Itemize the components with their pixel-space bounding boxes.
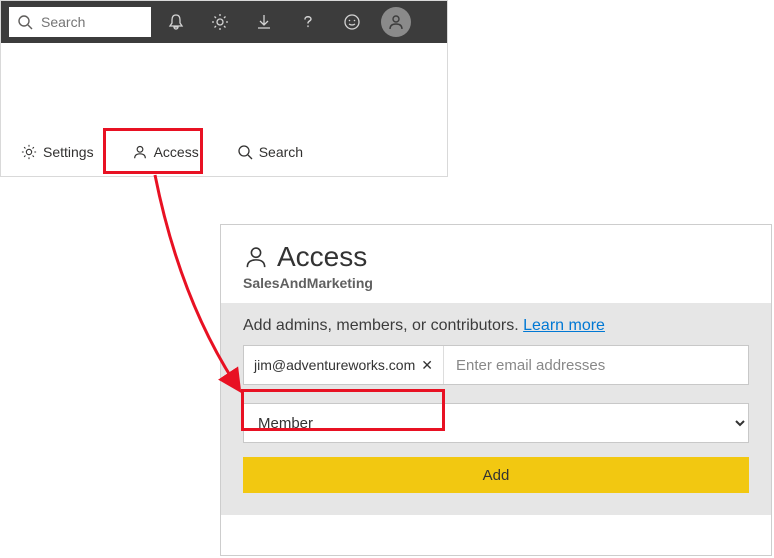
search-button[interactable]: Search xyxy=(227,138,313,166)
chip-email-text: jim@adventureworks.com xyxy=(254,357,415,373)
access-title-text: Access xyxy=(277,241,367,273)
email-row: jim@adventureworks.com ✕ xyxy=(243,345,749,385)
person-icon xyxy=(243,244,269,270)
email-input[interactable] xyxy=(444,346,748,384)
toolbar-whitespace xyxy=(1,43,447,128)
access-title: Access xyxy=(243,241,749,273)
learn-more-link[interactable]: Learn more xyxy=(523,317,605,334)
search-label: Search xyxy=(259,144,303,160)
annotation-highlight-access xyxy=(103,128,203,174)
search-icon xyxy=(237,144,253,160)
settings-button[interactable]: Settings xyxy=(11,138,104,166)
email-chip: jim@adventureworks.com ✕ xyxy=(244,346,444,384)
notifications-icon[interactable] xyxy=(157,1,195,43)
search-box[interactable] xyxy=(9,7,151,37)
person-icon xyxy=(387,13,405,31)
instruction-label: Add admins, members, or contributors. xyxy=(243,317,519,334)
annotation-highlight-chip xyxy=(241,389,445,431)
instruction-text: Add admins, members, or contributors. Le… xyxy=(243,317,749,335)
workspace-name: SalesAndMarketing xyxy=(243,275,749,291)
top-panel: Settings Access Search xyxy=(0,0,448,177)
search-input[interactable] xyxy=(39,13,129,31)
topbar xyxy=(1,1,447,43)
help-icon[interactable] xyxy=(289,1,327,43)
add-button[interactable]: Add xyxy=(243,457,749,493)
command-bar: Settings Access Search xyxy=(1,128,447,176)
access-header: Access SalesAndMarketing xyxy=(221,225,771,303)
search-icon xyxy=(17,14,33,30)
gear-icon xyxy=(21,144,37,160)
settings-label: Settings xyxy=(43,144,94,160)
feedback-icon[interactable] xyxy=(333,1,371,43)
account-avatar[interactable] xyxy=(377,1,415,43)
gear-icon[interactable] xyxy=(201,1,239,43)
remove-chip-icon[interactable]: ✕ xyxy=(421,357,433,374)
download-icon[interactable] xyxy=(245,1,283,43)
